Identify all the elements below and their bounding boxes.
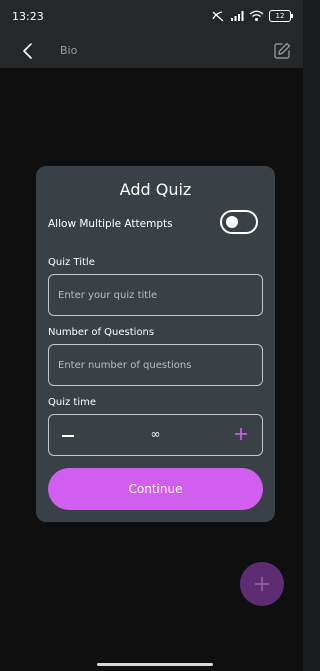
home-indicator[interactable]	[97, 663, 213, 666]
signal-blocked-icon	[211, 10, 225, 22]
quiz-time-stepper: ∞	[48, 414, 263, 456]
edit-icon	[274, 42, 291, 59]
status-icons: 12	[211, 9, 293, 23]
continue-button[interactable]: Continue	[48, 468, 263, 510]
add-fab-button[interactable]	[240, 562, 284, 606]
plus-icon	[255, 577, 269, 591]
quiz-title-label: Quiz Title	[48, 257, 95, 268]
signal-icon	[230, 10, 244, 22]
allow-multiple-attempts-toggle[interactable]	[220, 210, 258, 234]
add-quiz-dialog: Add Quiz Allow Multiple Attempts Quiz Ti…	[36, 166, 275, 522]
plus-icon	[235, 428, 247, 440]
battery-icon: 12	[269, 10, 293, 22]
chevron-left-icon	[23, 43, 32, 59]
edit-button[interactable]	[271, 40, 293, 62]
number-of-questions-input[interactable]	[48, 344, 263, 386]
status-bar: 13:23 12	[0, 0, 303, 34]
wifi-icon	[249, 10, 264, 22]
app-header: Bio	[0, 34, 303, 68]
number-of-questions-label: Number of Questions	[48, 327, 155, 338]
increment-button[interactable]	[232, 425, 250, 443]
quiz-time-label: Quiz time	[48, 397, 97, 408]
toggle-knob	[226, 216, 238, 228]
allow-multiple-attempts-label: Allow Multiple Attempts	[48, 218, 173, 230]
app-screen: 13:23 12 Bio Add Quiz Allow Multiple Att…	[0, 0, 303, 671]
system-nav-bar	[0, 658, 303, 671]
quiz-title-input[interactable]	[48, 274, 263, 316]
quiz-time-value: ∞	[150, 427, 161, 441]
dialog-title: Add Quiz	[119, 180, 192, 199]
back-button[interactable]	[18, 40, 40, 62]
page-title: Bio	[60, 44, 78, 57]
status-time: 13:23	[12, 10, 44, 23]
